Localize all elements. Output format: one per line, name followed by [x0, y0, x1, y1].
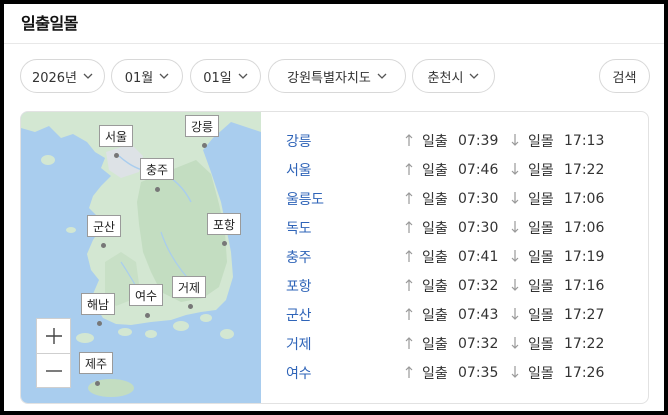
map-dot-chungju [155, 187, 160, 192]
city-select[interactable]: 춘천시 [412, 59, 495, 93]
sunrise-time: 07:43 [458, 306, 499, 323]
sunset-time: 17:06 [564, 219, 605, 236]
sunrise-time: 07:41 [458, 248, 499, 265]
city-link[interactable]: 충주 [286, 247, 311, 267]
month-select-value: 01월 [124, 70, 154, 86]
map-dot-jeju [95, 381, 100, 386]
sunrise-label: 일출 [422, 336, 448, 353]
sunset-time: 17:27 [564, 306, 605, 323]
city-link[interactable]: 여수 [286, 363, 311, 383]
search-button[interactable]: 검색 [599, 59, 650, 93]
sunrise-label: 일출 [422, 307, 448, 324]
city-link[interactable]: 군산 [286, 305, 311, 325]
list-item: 포항 일출 07:32 일몰 17:16 [286, 271, 646, 300]
korea-map[interactable]: 서울 강릉 충주 군산 포항 해남 여수 거제 제주 [21, 112, 261, 403]
sunrise-label: 일출 [422, 278, 448, 295]
sunrise-label: 일출 [422, 220, 448, 237]
month-select[interactable]: 01월 [111, 59, 183, 93]
sunrise-label: 일출 [422, 249, 448, 266]
sunset-label: 일몰 [528, 220, 554, 237]
chevron-down-icon [83, 73, 93, 79]
results-panel: 서울 강릉 충주 군산 포항 해남 여수 거제 제주 강릉 일출 07:39 일… [20, 111, 649, 404]
city-link[interactable]: 독도 [286, 218, 311, 238]
map-dot-gangneung [202, 143, 207, 148]
map-marker-seoul[interactable]: 서울 [99, 125, 134, 147]
list-item: 거제 일출 07:32 일몰 17:22 [286, 329, 646, 358]
year-select-value: 2026년 [31, 70, 78, 86]
list-item: 서울 일출 07:46 일몰 17:22 [286, 155, 646, 184]
map-marker-pohang[interactable]: 포항 [207, 213, 242, 235]
chevron-down-icon [238, 73, 248, 79]
sunrise-time: 07:32 [458, 277, 499, 294]
sunset-time: 17:06 [564, 190, 605, 207]
city-link[interactable]: 거제 [286, 334, 311, 354]
map-dot-haenam [97, 321, 102, 326]
map-zoom-control [36, 318, 71, 388]
page-title: 일출일몰 [21, 14, 78, 33]
map-marker-jeju[interactable]: 제주 [79, 352, 114, 374]
plus-icon [45, 328, 62, 344]
list-item: 울릉도 일출 07:30 일몰 17:06 [286, 184, 646, 213]
sunrise-time: 07:30 [458, 190, 499, 207]
sunset-time: 17:13 [564, 132, 605, 149]
map-dot-yeosu [145, 313, 150, 318]
sunset-time: 17:26 [564, 364, 605, 381]
city-link[interactable]: 강릉 [286, 131, 311, 151]
sunset-time: 17:16 [564, 277, 605, 294]
sunset-label: 일몰 [528, 278, 554, 295]
list-item: 독도 일출 07:30 일몰 17:06 [286, 213, 646, 242]
sunset-label: 일몰 [528, 336, 554, 353]
sunset-time: 17:22 [564, 335, 605, 352]
sunset-label: 일몰 [528, 191, 554, 208]
sunset-label: 일몰 [528, 249, 554, 266]
map-dot-pohang [222, 241, 227, 246]
map-marker-geoje[interactable]: 거제 [172, 276, 207, 298]
city-link[interactable]: 포항 [286, 276, 311, 296]
sunset-time: 17:19 [564, 248, 605, 265]
sunrise-time: 07:32 [458, 335, 499, 352]
sunrise-sunset-card: 일출일몰 2026년 01월 01일 강원특별자치도 춘천시 검색 서울 강릉 … [4, 4, 664, 411]
sunset-label: 일몰 [528, 133, 554, 150]
sunset-label: 일몰 [528, 365, 554, 382]
sunrise-label: 일출 [422, 365, 448, 382]
list-item: 충주 일출 07:41 일몰 17:19 [286, 242, 646, 271]
sunrise-label: 일출 [422, 133, 448, 150]
map-marker-yeosu[interactable]: 여수 [129, 284, 164, 306]
chevron-down-icon [469, 73, 479, 79]
sunrise-time: 07:35 [458, 364, 499, 381]
city-link[interactable]: 서울 [286, 160, 311, 180]
city-select-value: 춘천시 [427, 70, 464, 86]
sunrise-time: 07:46 [458, 161, 499, 178]
chevron-down-icon [159, 73, 169, 79]
minus-icon [45, 370, 62, 372]
list-item: 강릉 일출 07:39 일몰 17:13 [286, 126, 646, 155]
list-item: 여수 일출 07:35 일몰 17:26 [286, 358, 646, 387]
map-marker-haenam[interactable]: 해남 [81, 293, 116, 315]
day-select[interactable]: 01일 [190, 59, 261, 93]
sunrise-label: 일출 [422, 162, 448, 179]
sunset-label: 일몰 [528, 162, 554, 179]
province-select[interactable]: 강원특별자치도 [268, 59, 406, 93]
day-select-value: 01일 [203, 70, 232, 86]
city-link[interactable]: 울릉도 [286, 189, 324, 209]
province-select-value: 강원특별자치도 [287, 70, 371, 86]
map-dot-geoje [188, 304, 193, 309]
year-select[interactable]: 2026년 [20, 59, 105, 93]
chevron-down-icon [377, 73, 387, 79]
map-marker-gunsan[interactable]: 군산 [87, 215, 122, 237]
zoom-out-button[interactable] [37, 353, 70, 388]
sunset-time: 17:22 [564, 161, 605, 178]
sunset-label: 일몰 [528, 307, 554, 324]
map-dot-gunsan [101, 243, 106, 248]
zoom-in-button[interactable] [37, 319, 70, 353]
title-divider [4, 43, 664, 44]
sunrise-label: 일출 [422, 191, 448, 208]
map-marker-chungju[interactable]: 충주 [140, 158, 175, 180]
list-item: 군산 일출 07:43 일몰 17:27 [286, 300, 646, 329]
sunrise-time: 07:39 [458, 132, 499, 149]
sunrise-time: 07:30 [458, 219, 499, 236]
map-dot-seoul [114, 153, 119, 158]
map-marker-gangneung[interactable]: 강릉 [185, 115, 220, 137]
